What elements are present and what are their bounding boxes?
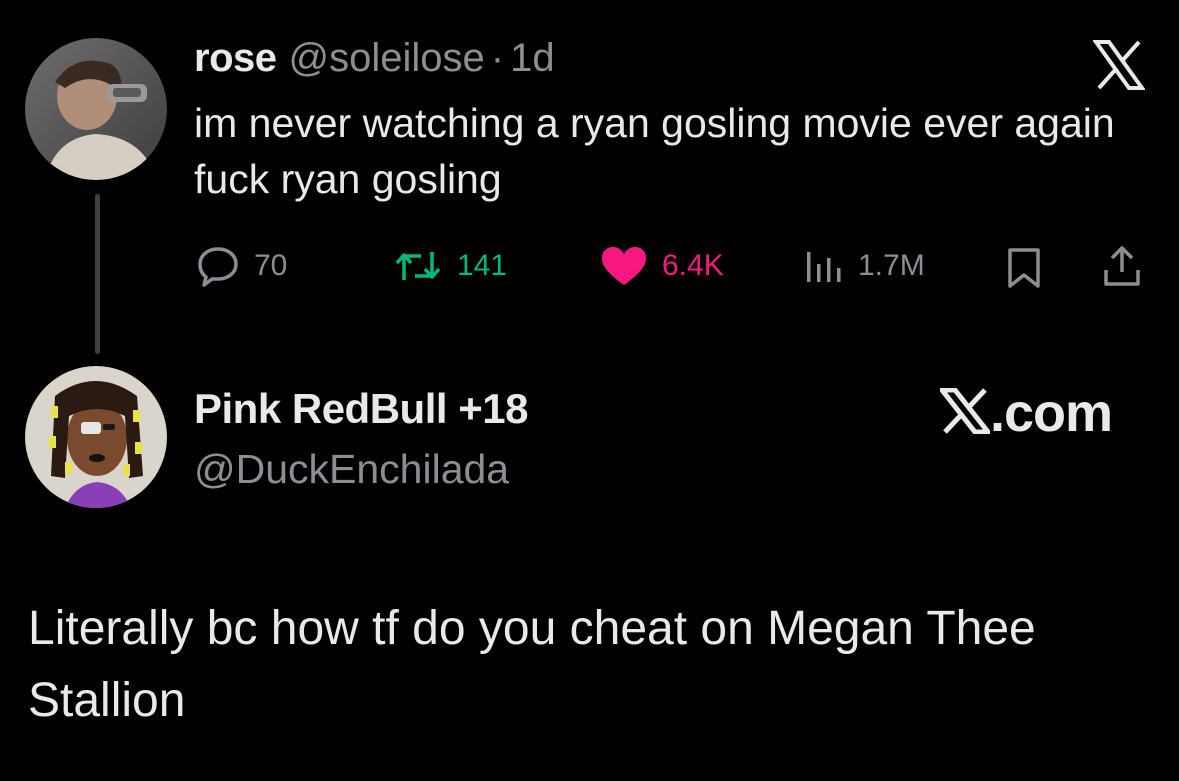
tweet-header: rose @soleilose · 1d bbox=[194, 36, 555, 86]
views-count: 1.7M bbox=[858, 249, 925, 282]
tweet-text: Literally bc how tf do you cheat on Mega… bbox=[28, 602, 1036, 727]
x-dot-com-brand: .com bbox=[936, 383, 1113, 443]
reply-button[interactable]: 70 bbox=[196, 243, 287, 289]
display-name[interactable]: rose bbox=[194, 36, 277, 81]
avatar-image bbox=[25, 366, 167, 508]
avatar-pink-redbull[interactable] bbox=[25, 366, 167, 508]
bookmark-button[interactable] bbox=[1005, 245, 1043, 291]
avatar-rose[interactable] bbox=[25, 38, 167, 180]
retweet-count: 141 bbox=[457, 249, 508, 282]
x-logo-icon bbox=[936, 387, 994, 439]
thread-connector-line bbox=[95, 194, 100, 354]
avatar-image bbox=[25, 38, 167, 180]
tweet-text: im never watching a ryan gosling movie e… bbox=[194, 100, 1115, 202]
views-bar-chart-icon bbox=[804, 248, 844, 284]
like-count: 6.4K bbox=[662, 249, 724, 282]
like-button[interactable]: 6.4K bbox=[600, 243, 724, 289]
retweet-button[interactable]: 141 bbox=[393, 243, 507, 289]
x-logo-icon bbox=[1092, 40, 1146, 90]
timestamp[interactable]: 1d bbox=[510, 36, 555, 81]
user-handle[interactable]: @DuckEnchilada bbox=[194, 446, 509, 493]
separator-dot: · bbox=[490, 36, 505, 80]
heart-icon bbox=[600, 245, 648, 287]
user-handle[interactable]: @soleilose bbox=[289, 36, 485, 81]
display-name[interactable]: Pink RedBull +18 bbox=[194, 385, 528, 433]
retweet-icon bbox=[393, 246, 443, 286]
share-button[interactable] bbox=[1100, 243, 1144, 289]
bookmark-icon bbox=[1005, 247, 1043, 289]
views-button[interactable]: 1.7M bbox=[804, 243, 925, 289]
brand-suffix: .com bbox=[990, 383, 1113, 443]
share-icon bbox=[1100, 244, 1144, 288]
reply-icon bbox=[196, 245, 240, 287]
reply-count: 70 bbox=[254, 249, 288, 282]
